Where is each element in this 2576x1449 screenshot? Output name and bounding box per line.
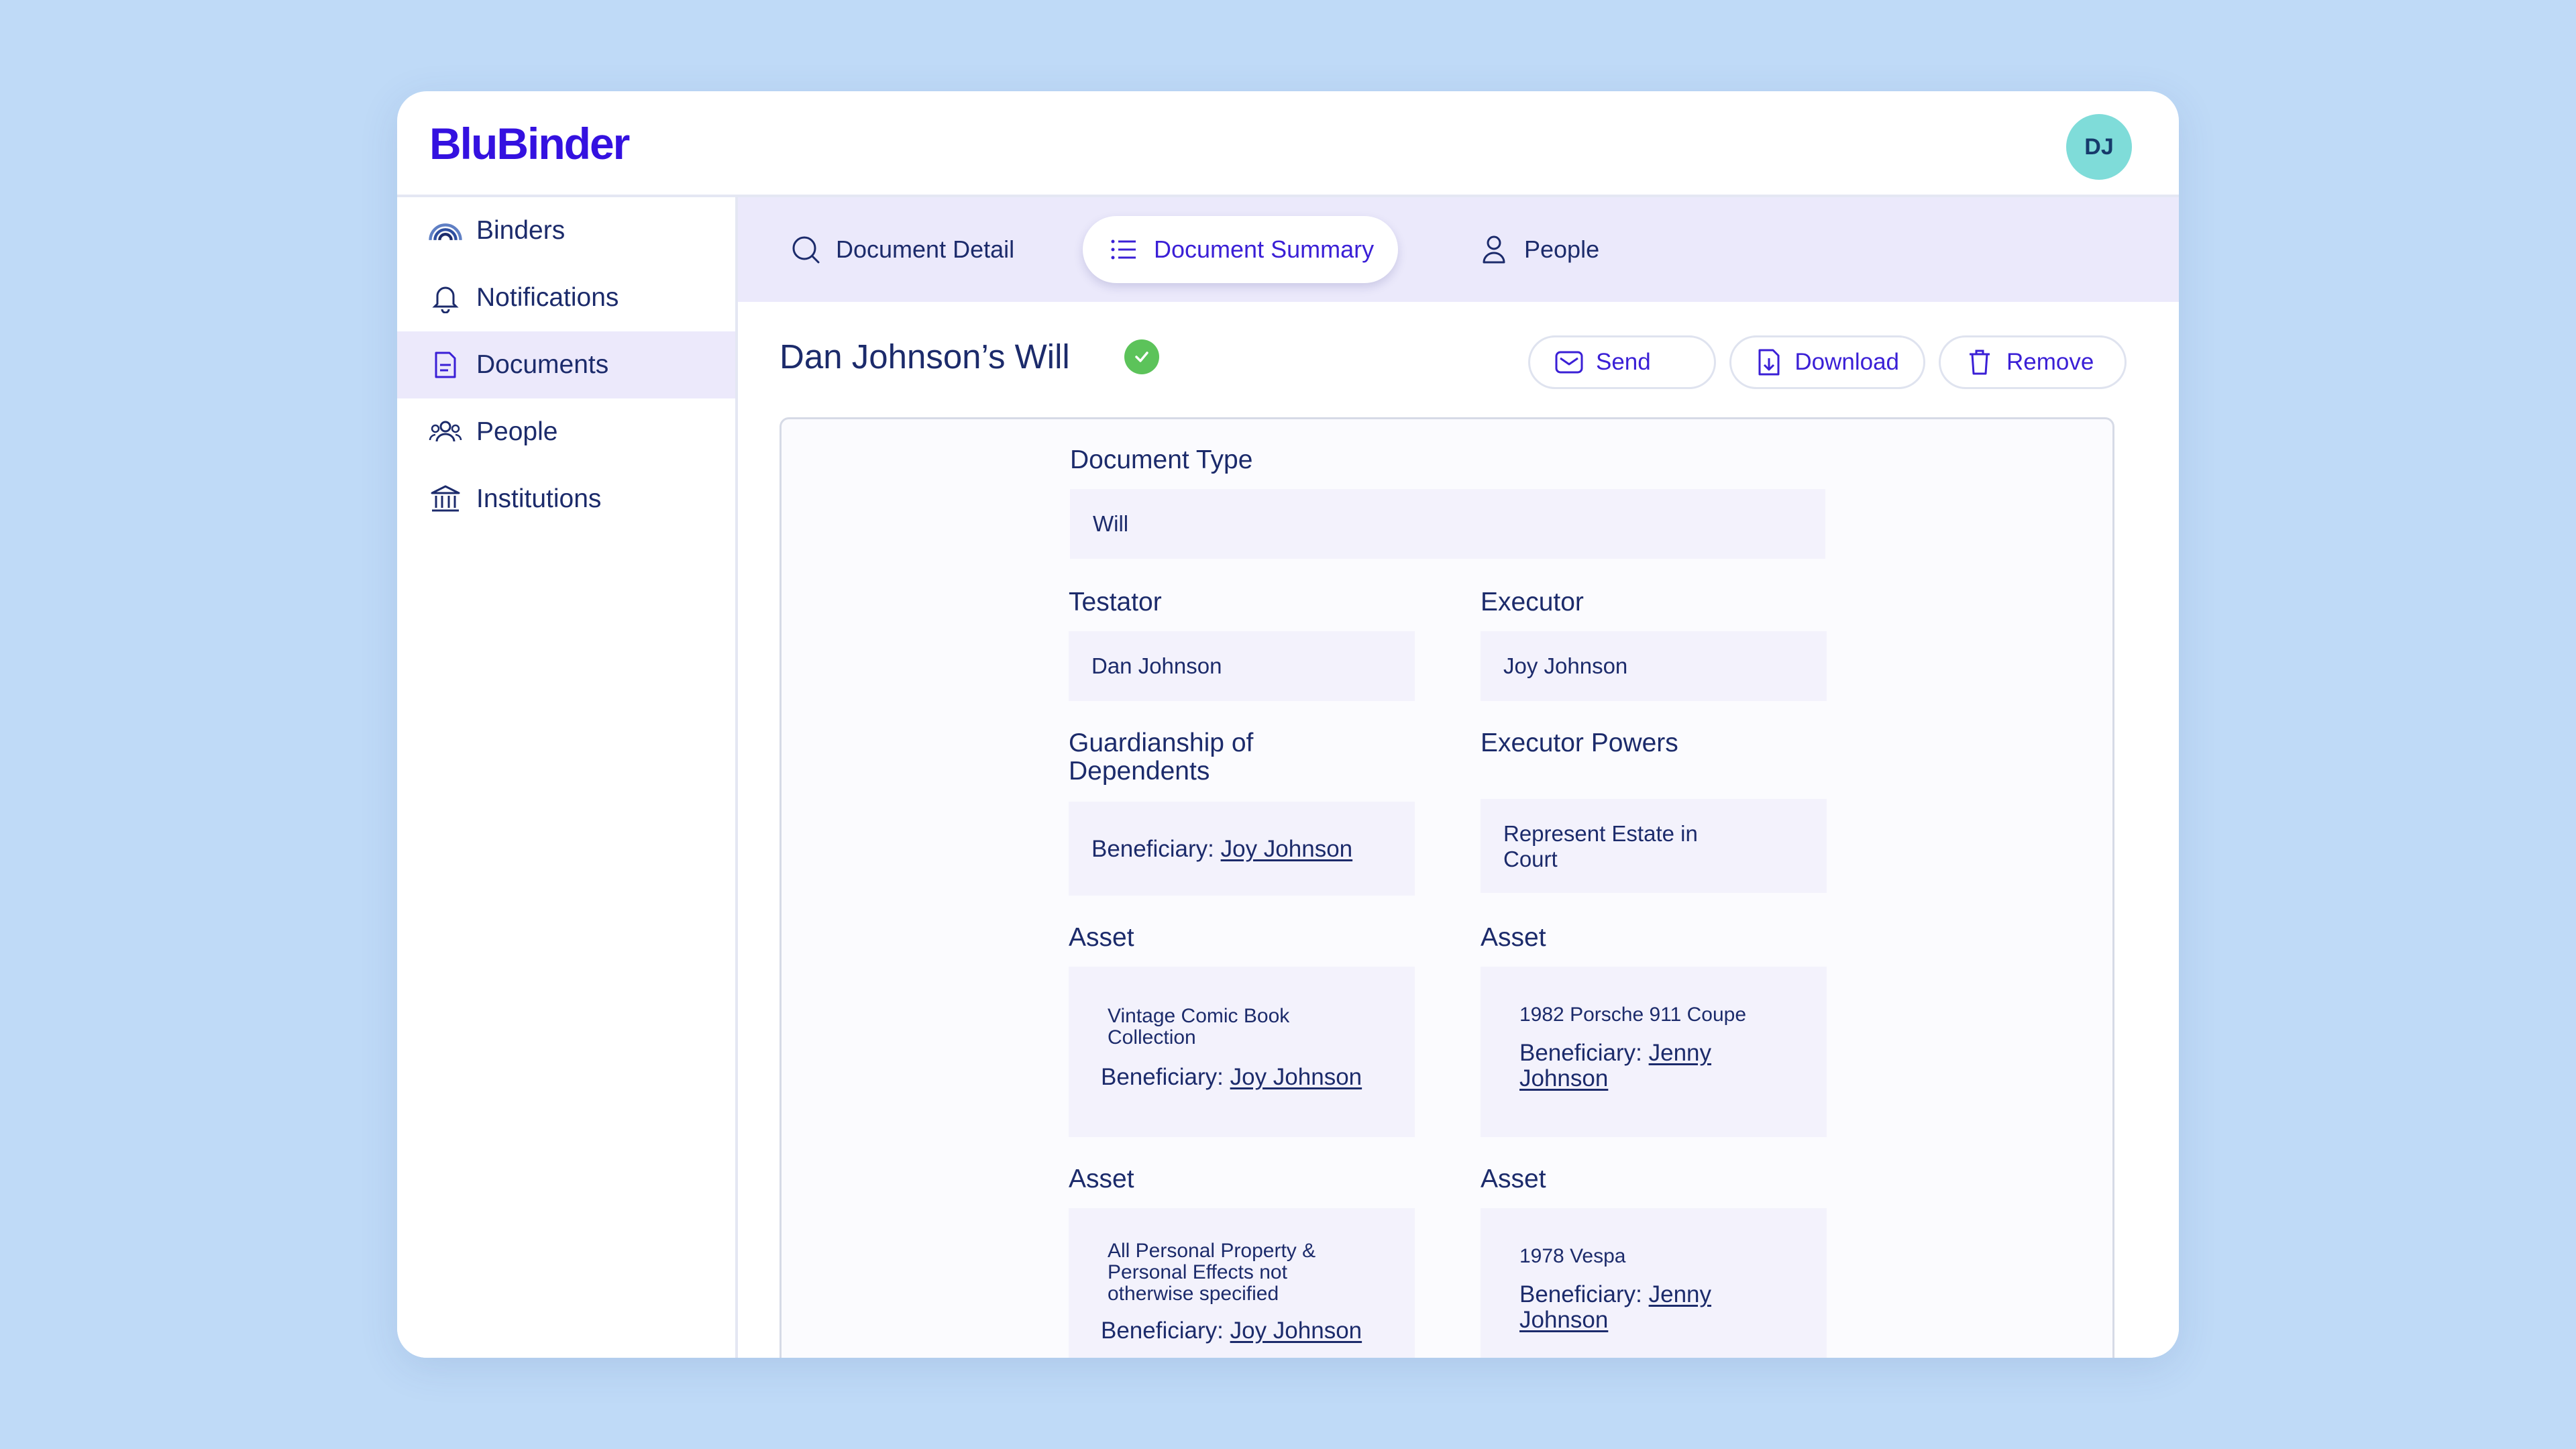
asset-description-line: 1982 Porsche 911 Coupe xyxy=(1519,1004,1747,1026)
beneficiary-link[interactable]: Jenny xyxy=(1649,1281,1711,1307)
download-label: Download xyxy=(1794,349,1899,375)
asset-card: All Personal Property & Personal Effects… xyxy=(1069,1208,1415,1358)
testator-value: Dan Johnson xyxy=(1091,653,1222,678)
sidebar-item-institutions[interactable]: Institutions xyxy=(397,466,735,533)
asset-description-line: All Personal Property & xyxy=(1108,1240,1316,1262)
rainbow-arch-icon xyxy=(428,213,463,248)
document-type-value: Will xyxy=(1093,511,1129,536)
remove-label: Remove xyxy=(2006,349,2094,375)
group-people-icon xyxy=(428,415,463,449)
executor-label: Executor xyxy=(1481,588,1584,616)
remove-button[interactable]: Remove xyxy=(1939,335,2127,389)
beneficiary-prefix: Beneficiary: xyxy=(1101,1318,1224,1344)
document-icon xyxy=(428,347,463,382)
app-window: BluBinder DJ Binders Notifications Docum… xyxy=(397,91,2179,1358)
tab-people[interactable]: People xyxy=(1453,216,1623,283)
asset-description-line: otherwise specified xyxy=(1108,1283,1279,1305)
asset-beneficiary: Beneficiary: Jenny xyxy=(1519,1040,1711,1066)
sidebar-item-label: Documents xyxy=(476,350,609,379)
document-title: Dan Johnson’s Will xyxy=(780,337,1070,376)
tab-label: Document Summary xyxy=(1154,235,1375,263)
document-summary-panel: Document Type Will Testator Dan Johnson … xyxy=(780,417,2114,1358)
bank-building-icon xyxy=(428,482,463,517)
sidebar-item-label: Notifications xyxy=(476,283,619,312)
tab-document-detail[interactable]: Document Detail xyxy=(765,216,1038,283)
guardianship-label-line2: Dependents xyxy=(1069,757,1210,786)
beneficiary-link[interactable]: Joy Johnson xyxy=(1230,1318,1362,1344)
top-bar: BluBinder DJ xyxy=(397,91,2179,197)
executor-value: Joy Johnson xyxy=(1503,653,1628,678)
document-type-field: Will xyxy=(1070,489,1825,559)
asset-beneficiary: Beneficiary: Joy Johnson xyxy=(1101,1318,1362,1344)
asset-card: 1978 Vespa Beneficiary: Jenny Johnson xyxy=(1481,1208,1827,1358)
bell-icon xyxy=(428,280,463,315)
asset-beneficiary-continued: Johnson xyxy=(1519,1066,1608,1091)
search-icon xyxy=(789,233,822,266)
beneficiary-prefix: Beneficiary: xyxy=(1519,1281,1642,1307)
tab-bar: Document Detail Document Summary People xyxy=(738,197,2179,302)
asset-description-line: Collection xyxy=(1108,1026,1196,1049)
tab-document-summary[interactable]: Document Summary xyxy=(1083,216,1399,283)
document-type-label: Document Type xyxy=(1070,445,1253,474)
user-avatar[interactable]: DJ xyxy=(2066,114,2132,180)
sidebar-item-documents[interactable]: Documents xyxy=(397,331,735,398)
beneficiary-link[interactable]: Jenny xyxy=(1649,1040,1711,1066)
beneficiary-prefix: Beneficiary: xyxy=(1519,1040,1642,1066)
asset-beneficiary: Beneficiary: Joy Johnson xyxy=(1101,1065,1362,1090)
executor-powers-value-line1: Represent Estate in xyxy=(1503,821,1698,846)
sidebar-item-notifications[interactable]: Notifications xyxy=(397,264,735,331)
beneficiary-link[interactable]: Joy Johnson xyxy=(1230,1064,1362,1090)
app-logo[interactable]: BluBinder xyxy=(429,118,630,169)
asset-beneficiary-continued: Johnson xyxy=(1519,1307,1608,1333)
sidebar-item-label: Institutions xyxy=(476,484,602,513)
asset-description-line: Personal Effects not xyxy=(1108,1261,1287,1283)
asset-description-line: Vintage Comic Book xyxy=(1108,1005,1290,1027)
person-icon xyxy=(1477,233,1511,266)
sidebar-item-binders[interactable]: Binders xyxy=(397,197,735,264)
mail-icon xyxy=(1554,347,1584,377)
asset-label: Asset xyxy=(1069,923,1134,952)
sidebar-item-label: Binders xyxy=(476,216,566,245)
beneficiary-prefix: Beneficiary: xyxy=(1101,1064,1224,1090)
beneficiary-link[interactable]: Johnson xyxy=(1519,1065,1608,1091)
asset-description-line: 1978 Vespa xyxy=(1519,1245,1626,1267)
asset-label: Asset xyxy=(1481,1165,1546,1193)
tab-label: Document Detail xyxy=(836,235,1015,263)
guardianship-beneficiary: Beneficiary: Joy Johnson xyxy=(1091,837,1352,862)
download-button[interactable]: Download xyxy=(1729,335,1925,389)
executor-powers-value-line2: Court xyxy=(1503,847,1558,871)
testator-label: Testator xyxy=(1069,588,1162,616)
main-content: Document Detail Document Summary People … xyxy=(738,197,2179,1358)
asset-label: Asset xyxy=(1069,1165,1134,1193)
beneficiary-prefix: Beneficiary: xyxy=(1091,836,1214,862)
beneficiary-link[interactable]: Johnson xyxy=(1519,1307,1608,1333)
executor-powers-field: Represent Estate in Court xyxy=(1481,799,1827,893)
sidebar-item-people[interactable]: People xyxy=(397,398,735,466)
testator-field: Dan Johnson xyxy=(1069,631,1415,701)
asset-card: 1982 Porsche 911 Coupe Beneficiary: Jenn… xyxy=(1481,967,1827,1137)
send-label: Send xyxy=(1596,349,1651,375)
asset-label: Asset xyxy=(1481,923,1546,952)
sidebar: Binders Notifications Documents People I… xyxy=(397,197,738,1358)
download-icon xyxy=(1756,347,1782,377)
trash-icon xyxy=(1965,347,1994,377)
verified-check-icon xyxy=(1124,339,1159,374)
executor-field: Joy Johnson xyxy=(1481,631,1827,701)
guardianship-field: Beneficiary: Joy Johnson xyxy=(1069,802,1415,896)
list-icon xyxy=(1107,233,1140,266)
executor-powers-label: Executor Powers xyxy=(1481,729,1678,757)
send-button[interactable]: Send xyxy=(1528,335,1716,389)
asset-beneficiary: Beneficiary: Jenny xyxy=(1519,1282,1711,1307)
guardianship-label-line1: Guardianship of xyxy=(1069,729,1254,757)
beneficiary-link[interactable]: Joy Johnson xyxy=(1221,836,1353,862)
sidebar-item-label: People xyxy=(476,417,558,446)
asset-card: Vintage Comic Book Collection Beneficiar… xyxy=(1069,967,1415,1137)
tab-label: People xyxy=(1524,235,1600,263)
